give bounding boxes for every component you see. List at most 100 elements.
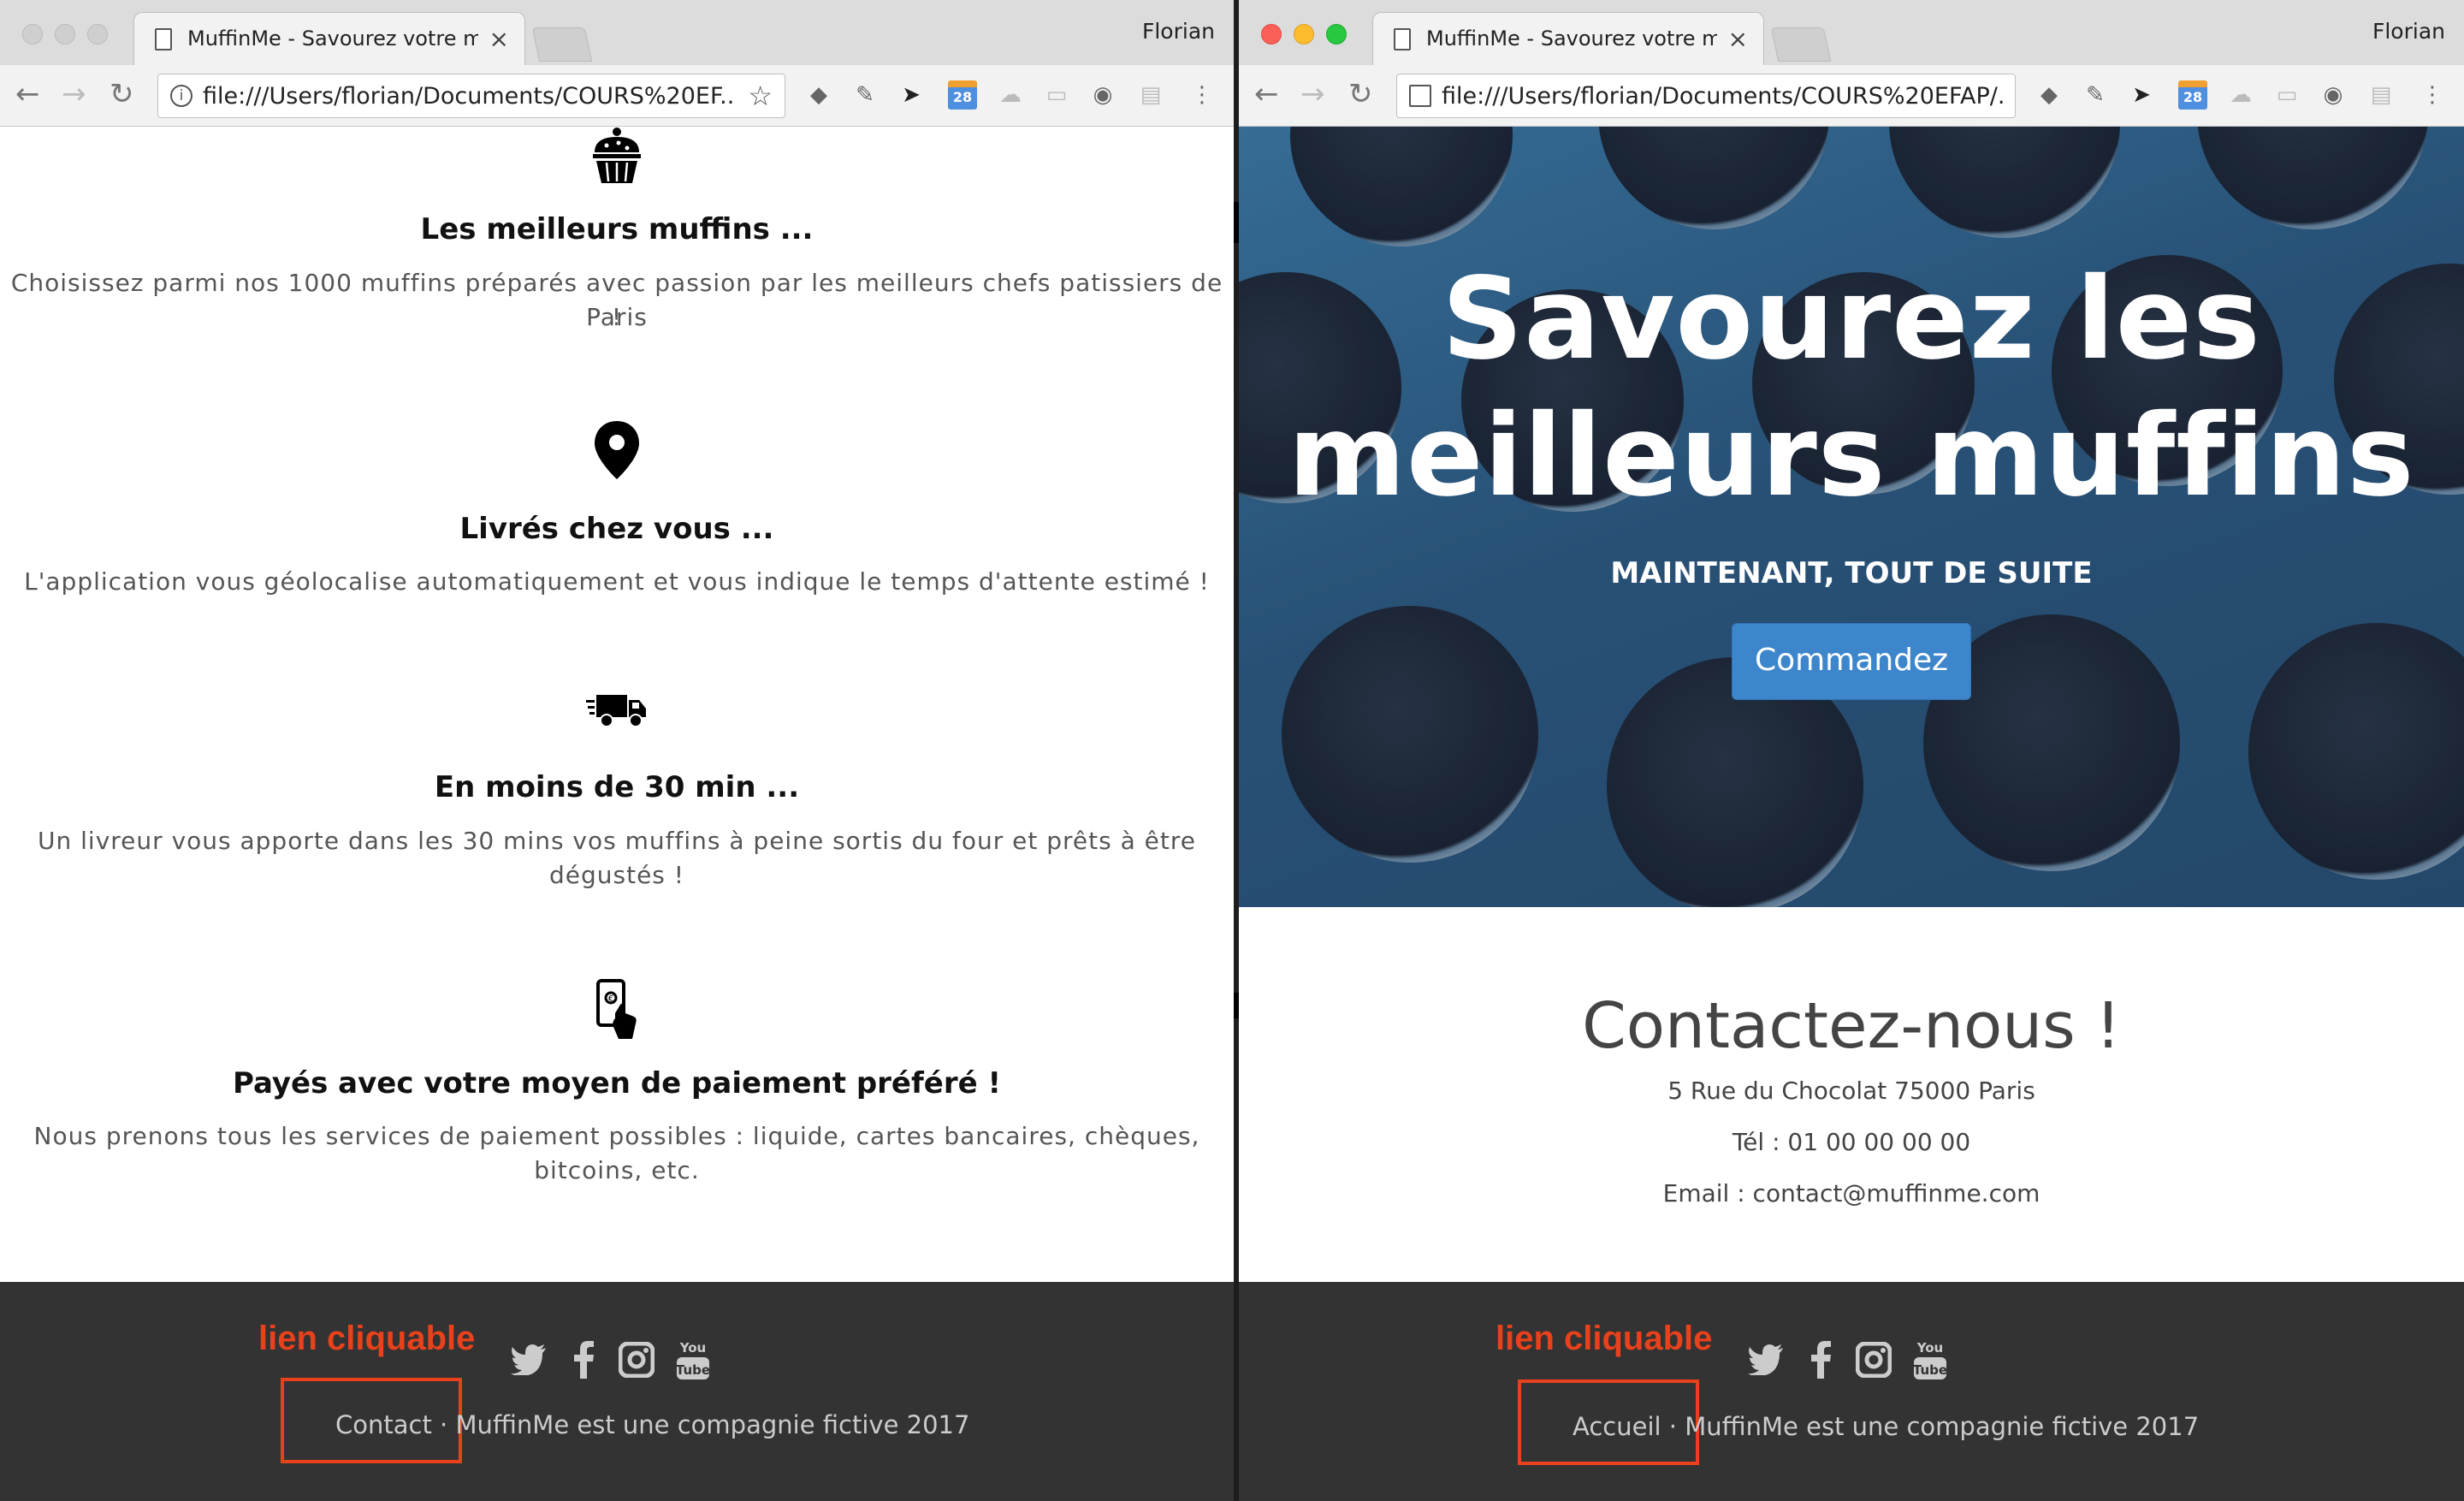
extension-cast-icon[interactable]: ▭: [1042, 80, 1071, 110]
contact-section: Contactez-nous ! 5 Rue du Chocolat 75000…: [1239, 907, 2464, 1282]
feature-title: Livrés chez vous ...: [459, 512, 774, 546]
minimize-window-button[interactable]: [1294, 24, 1314, 44]
back-arrow-icon[interactable]: ←: [15, 77, 40, 111]
extension-record-icon[interactable]: ◉: [2319, 80, 2348, 110]
browser-tab[interactable]: MuffinMe - Savourez votre mu ×: [133, 12, 525, 67]
copyright-text: · MuffinMe est une compagnie fictive 201…: [1668, 1412, 2200, 1441]
instagram-icon[interactable]: [1855, 1340, 1892, 1379]
maximize-window-button[interactable]: [1326, 24, 1347, 44]
browser-window-left: MuffinMe - Savourez votre mu × Florian ←…: [0, 0, 1234, 1501]
extension-cast-icon[interactable]: ▭: [2272, 80, 2301, 110]
feature-text-continued: !: [611, 303, 623, 331]
browser-tab[interactable]: MuffinMe - Savourez votre mu ×: [1372, 12, 1764, 67]
menu-kebab-icon[interactable]: ⋮: [1188, 80, 1217, 110]
feature-text-continued: bitcoins, etc.: [534, 1156, 700, 1184]
page-icon: [1394, 28, 1411, 50]
profile-name[interactable]: Florian: [2372, 19, 2445, 44]
extension-reader-icon[interactable]: ▤: [1136, 80, 1165, 110]
youtube-icon[interactable]: You Tube: [674, 1340, 712, 1379]
extension-cloud-icon[interactable]: ☁: [2226, 80, 2255, 110]
feature-title: Les meilleurs muffins ...: [420, 212, 814, 246]
hero-banner: Savourez les meilleurs muffins MAINTENAN…: [1239, 127, 2464, 907]
extension-reader-icon[interactable]: ▤: [2366, 80, 2396, 110]
extension-eyedropper-icon[interactable]: ✎: [2081, 80, 2110, 110]
copyright-text: · MuffinMe est une compagnie fictive 201…: [440, 1410, 970, 1439]
extension-layers-icon[interactable]: ◆: [2035, 80, 2064, 110]
extension-layers-icon[interactable]: ◆: [804, 80, 833, 110]
feature-text-continued: dégustés !: [548, 861, 685, 889]
facebook-icon[interactable]: [565, 1340, 602, 1379]
features-section: Les meilleurs muffins ... Choisissez par…: [0, 127, 1234, 1282]
minimize-window-button[interactable]: [55, 24, 75, 44]
browser-window-right: MuffinMe - Savourez votre mu × Florian ←…: [1239, 0, 2464, 1501]
footer-text: Accueil · MuffinMe est une compagnie fic…: [1573, 1412, 2199, 1441]
order-button[interactable]: Commandez: [1732, 623, 1971, 700]
extension-pointer-icon[interactable]: ➤: [2127, 80, 2156, 110]
twitter-icon[interactable]: [510, 1340, 548, 1379]
twitter-icon[interactable]: [1747, 1340, 1785, 1379]
bookmark-star-icon[interactable]: ☆: [748, 80, 773, 112]
extension-record-icon[interactable]: ◉: [1088, 80, 1117, 110]
hero-subtitle: MAINTENANT, TOUT DE SUITE: [1610, 556, 2093, 590]
close-window-button[interactable]: [22, 24, 43, 44]
new-tab-button[interactable]: [1770, 27, 1832, 62]
svg-text:Tube: Tube: [1913, 1362, 1947, 1378]
browser-toolbar: ← → ↻ file:///Users/florian/Documents/CO…: [1239, 65, 2464, 127]
address-bar[interactable]: i file:///Users/florian/Documents/COURS%…: [157, 74, 785, 118]
footer-text: Contact · MuffinMe est une compagnie fic…: [335, 1410, 969, 1439]
close-tab-icon[interactable]: ×: [1728, 25, 1748, 53]
tab-title: MuffinMe - Savourez votre mu: [1426, 27, 1717, 50]
address-bar[interactable]: file:///Users/florian/Documents/COURS%20…: [1396, 74, 2016, 118]
back-arrow-icon[interactable]: ←: [1254, 77, 1279, 111]
extension-calendar-icon[interactable]: 28: [2178, 80, 2207, 110]
extension-eyedropper-icon[interactable]: ✎: [850, 80, 880, 110]
cupcake-icon: [593, 128, 641, 183]
delivery-truck-icon: [586, 695, 646, 727]
feature-title: En moins de 30 min ...: [434, 770, 800, 804]
maximize-window-button[interactable]: [87, 24, 108, 44]
phone-payment-icon: €: [596, 979, 637, 1039]
reload-icon[interactable]: ↻: [110, 77, 134, 111]
page-icon: [155, 28, 172, 50]
url-text[interactable]: file:///Users/florian/Documents/COURS%20…: [1442, 83, 2006, 110]
site-footer: lien cliquable You Tube Contact · MuffinM…: [0, 1282, 1234, 1501]
forward-arrow-icon[interactable]: →: [62, 77, 86, 111]
forward-arrow-icon[interactable]: →: [1300, 77, 1325, 111]
info-icon[interactable]: i: [170, 85, 192, 107]
facebook-icon[interactable]: [1802, 1340, 1839, 1379]
page-icon: [1409, 85, 1431, 107]
instagram-icon[interactable]: [618, 1340, 655, 1379]
browser-toolbar: ← → ↻ i file:///Users/florian/Documents/…: [0, 65, 1234, 127]
hero-title-line-1: Savourez les: [1442, 253, 2261, 385]
site-footer: lien cliquable You Tube Accueil · MuffinM…: [1239, 1282, 2464, 1501]
youtube-icon[interactable]: You Tube: [1911, 1340, 1949, 1379]
annotation-label: lien cliquable: [258, 1320, 476, 1357]
new-tab-button[interactable]: [531, 27, 593, 62]
contact-phone: Tél : 01 00 00 00 00: [1732, 1128, 1971, 1156]
feature-text: Nous prenons tous les services de paieme…: [33, 1122, 1200, 1150]
extension-pointer-icon[interactable]: ➤: [897, 80, 926, 110]
home-link[interactable]: Accueil: [1573, 1412, 1661, 1441]
profile-name[interactable]: Florian: [1142, 19, 1215, 44]
feature-text: Un livreur vous apporte dans les 30 mins…: [38, 827, 1196, 855]
tab-title: MuffinMe - Savourez votre mu: [187, 27, 478, 50]
tab-strip: MuffinMe - Savourez votre mu × Florian: [0, 0, 1234, 67]
url-text[interactable]: file:///Users/florian/Documents/COURS%20…: [203, 83, 733, 110]
reload-icon[interactable]: ↻: [1348, 77, 1373, 111]
contact-link[interactable]: Contact: [335, 1410, 432, 1439]
contact-heading: Contactez-nous !: [1582, 989, 2121, 1063]
close-tab-icon[interactable]: ×: [489, 25, 509, 53]
close-window-button[interactable]: [1261, 24, 1282, 44]
svg-text:Tube: Tube: [676, 1362, 710, 1378]
contact-address: 5 Rue du Chocolat 75000 Paris: [1667, 1077, 2035, 1105]
contact-email[interactable]: Email : contact@muffinme.com: [1239, 1179, 2464, 1207]
map-pin-icon: [595, 421, 639, 479]
menu-kebab-icon[interactable]: ⋮: [2418, 80, 2447, 110]
extension-cloud-icon[interactable]: ☁: [996, 80, 1025, 110]
svg-text:You: You: [679, 1340, 706, 1356]
feature-text: L'application vous géolocalise automatiq…: [24, 567, 1210, 596]
extension-calendar-icon[interactable]: 28: [948, 80, 977, 110]
annotation-label: lien cliquable: [1496, 1320, 1713, 1357]
svg-text:You: You: [1916, 1340, 1943, 1356]
tab-strip: MuffinMe - Savourez votre mu × Florian: [1239, 0, 2464, 67]
